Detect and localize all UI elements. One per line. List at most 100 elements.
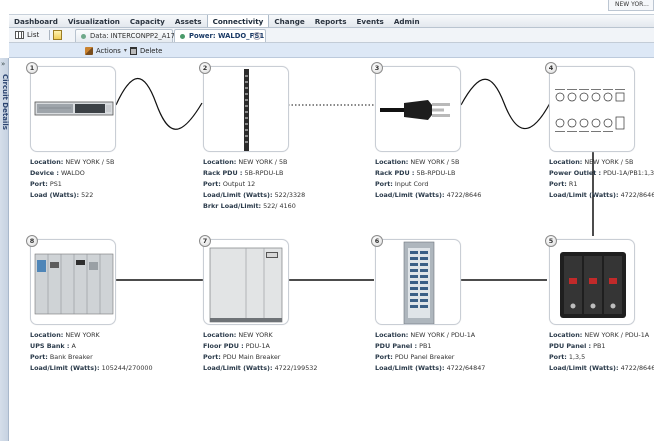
- detail-value: NEW YORK / 5B: [410, 158, 460, 166]
- detail-row: Location: NEW YORK: [203, 330, 373, 341]
- nav-capacity[interactable]: Capacity: [125, 15, 170, 27]
- detail-label: Port:: [30, 180, 48, 188]
- app-window: NEW YOR... Dashboard Visualization Capac…: [0, 0, 654, 441]
- list-button[interactable]: List: [12, 29, 43, 41]
- detail-label: Load/Limit (Watts):: [549, 364, 619, 372]
- detail-value: PB1: [419, 342, 432, 350]
- detail-value: WALDO: [60, 169, 85, 177]
- tab-status-icon: [180, 34, 185, 39]
- detail-row: Port: PDU Main Breaker: [203, 352, 373, 363]
- detail-value: Bank Breaker: [49, 353, 93, 361]
- detail-label: Port:: [375, 353, 393, 361]
- detail-row: Load (Watts): 522: [30, 190, 200, 201]
- detail-row: Rack PDU : 5B-RPDU-LB: [375, 168, 545, 179]
- node-details: Location: NEW YORK / PDU-1A PDU Panel : …: [375, 330, 545, 374]
- node-details: Location: NEW YORK / 5B Rack PDU : 5B-RP…: [375, 157, 545, 201]
- nav-events[interactable]: Events: [352, 15, 389, 27]
- list-label: List: [27, 31, 40, 39]
- detail-label: Location:: [375, 158, 409, 166]
- detail-label: Power Outlet :: [549, 169, 602, 177]
- detail-value: PDU-1A: [245, 342, 270, 350]
- detail-row: Load/Limit (Watts): 4722/199532: [203, 363, 373, 374]
- tab-data-interconpp2[interactable]: Data: INTERCONPP2_A17: [75, 29, 175, 42]
- breaker-icon: [549, 239, 635, 325]
- detail-label: Port:: [549, 180, 567, 188]
- ups-bank-icon: [30, 239, 116, 325]
- nav-admin[interactable]: Admin: [389, 15, 425, 27]
- detail-label: Location:: [203, 331, 237, 339]
- circuit-details-panel[interactable]: » Circuit Details: [0, 58, 9, 441]
- detail-label: Location:: [549, 158, 583, 166]
- detail-label: Port:: [549, 353, 567, 361]
- nav-reports[interactable]: Reports: [310, 15, 352, 27]
- detail-value: 5B-RPDU-LB: [416, 169, 456, 177]
- power-plug-icon: [375, 66, 461, 152]
- list-icon: [15, 31, 24, 39]
- detail-value: 4722/8646: [620, 364, 654, 372]
- detail-label: Location:: [203, 158, 237, 166]
- floor-pdu-icon: [203, 239, 289, 325]
- actions-menu-button[interactable]: Actions ▾: [85, 45, 127, 56]
- nav-change[interactable]: Change: [269, 15, 309, 27]
- detail-row: Port: PDU Panel Breaker: [375, 352, 545, 363]
- node-details: Location: NEW YORK Floor PDU : PDU-1A Po…: [203, 330, 373, 374]
- tab-power-waldo[interactable]: Power: WALDO_PS1 ×: [174, 29, 266, 42]
- chevron-down-icon: ▾: [123, 47, 127, 54]
- detail-label: Device :: [30, 169, 59, 177]
- node-details: Location: NEW YORK / 5B Device : WALDO P…: [30, 157, 200, 201]
- nav-dashboard[interactable]: Dashboard: [9, 15, 63, 27]
- cable-link-1-2: [115, 77, 203, 130]
- trash-icon: [130, 46, 137, 55]
- detail-label: Load/Limit (Watts):: [375, 191, 445, 199]
- detail-row: Brkr Load/Limit: 522/ 4160: [203, 201, 373, 212]
- detail-row: Port: 1,3,5: [549, 352, 654, 363]
- detail-row: Power Outlet : PDU-1A/PB1:1,3,5: [549, 168, 654, 179]
- power-outlet-icon: [549, 66, 635, 152]
- left-spacer: [0, 14, 9, 58]
- detail-label: Brkr Load/Limit:: [203, 202, 262, 210]
- detail-label: Load/Limit (Watts):: [549, 191, 619, 199]
- detail-label: Port:: [375, 180, 393, 188]
- delete-button[interactable]: Delete: [130, 45, 162, 56]
- detail-value: PDU Main Breaker: [222, 353, 281, 361]
- detail-value: NEW YORK / PDU-1A: [584, 331, 650, 339]
- node-details: Location: NEW YORK UPS Bank : A Port: Ba…: [30, 330, 200, 374]
- detail-row: Load/Limit (Watts): 105244/270000: [30, 363, 200, 374]
- main-nav: Dashboard Visualization Capacity Assets …: [9, 14, 654, 28]
- rack-pdu-icon: [203, 66, 289, 152]
- detail-value: PS1: [49, 180, 62, 188]
- close-tab-icon[interactable]: ×: [253, 32, 261, 40]
- detail-row: Location: NEW YORK / 5B: [30, 157, 200, 168]
- detail-row: Floor PDU : PDU-1A: [203, 341, 373, 352]
- detail-label: UPS Bank :: [30, 342, 70, 350]
- detail-value: 4722/199532: [274, 364, 318, 372]
- detail-row: Load/Limit (Watts): 4722/8646: [375, 190, 545, 201]
- detail-row: PDU Panel : PB1: [375, 341, 545, 352]
- detail-row: Port: Input Cord: [375, 179, 545, 190]
- detail-row: Location: NEW YORK / 5B: [549, 157, 654, 168]
- detail-value: PDU-1A/PB1:1,3,5: [603, 169, 654, 177]
- detail-value: NEW YORK / 5B: [238, 158, 288, 166]
- detail-value: 4722/64847: [446, 364, 486, 372]
- detail-label: Load (Watts):: [30, 191, 80, 199]
- detail-value: 522/ 4160: [263, 202, 296, 210]
- node-number-badge: 1: [26, 62, 38, 74]
- nav-assets[interactable]: Assets: [170, 15, 207, 27]
- nav-connectivity[interactable]: Connectivity: [206, 15, 270, 27]
- detail-row: Port: PS1: [30, 179, 200, 190]
- detail-row: Load/Limit (Watts): 522/3328: [203, 190, 373, 201]
- action-bar: Actions ▾ Delete: [9, 43, 654, 58]
- detail-value: 1,3,5: [568, 353, 586, 361]
- nav-visualization[interactable]: Visualization: [63, 15, 125, 27]
- detail-label: Location:: [30, 331, 64, 339]
- detail-row: Load/Limit (Watts): 4722/8646: [549, 363, 654, 374]
- detail-value: 5B-RPDU-LB: [244, 169, 284, 177]
- detail-value: Output 12: [222, 180, 256, 188]
- node-number-badge: 8: [26, 235, 38, 247]
- location-tab[interactable]: NEW YOR...: [608, 0, 654, 11]
- detail-label: Rack PDU :: [375, 169, 415, 177]
- expand-panel-icon[interactable]: »: [1, 60, 5, 68]
- detail-label: Port:: [203, 353, 221, 361]
- notes-icon[interactable]: [53, 30, 62, 40]
- actions-icon: [85, 46, 93, 55]
